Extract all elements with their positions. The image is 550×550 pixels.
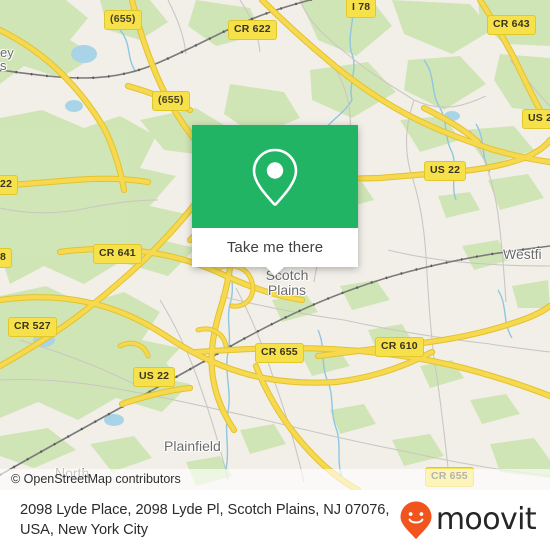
road-shield[interactable]: 622 [0, 175, 19, 195]
road-shield[interactable]: CR 527 [8, 317, 57, 337]
moovit-map-screenshot: ey s Scotch Plains Westfi Plainfield Nor… [0, 0, 550, 550]
road-shield[interactable]: CR 610 [375, 337, 424, 357]
road-shield[interactable]: CR 643 [487, 15, 536, 35]
road-shield[interactable]: CR 655 [255, 343, 304, 363]
road-shield[interactable]: (655) [152, 91, 190, 111]
map-canvas[interactable]: ey s Scotch Plains Westfi Plainfield Nor… [0, 0, 550, 490]
moovit-smiley-pin-icon [400, 501, 432, 539]
popup-tail [266, 267, 284, 276]
map-pin-icon [252, 148, 298, 206]
road-shield[interactable]: (655) [104, 10, 142, 30]
road-shield[interactable]: US 22 [424, 161, 467, 181]
map-attribution: © OpenStreetMap contributors [0, 469, 550, 490]
address-text: 2098 Lyde Place, 2098 Lyde Pl, Scotch Pl… [20, 502, 390, 538]
road-shield[interactable]: 78 [0, 248, 13, 268]
road-shield[interactable]: US 22 [133, 367, 176, 387]
place-label: ey s [0, 45, 14, 73]
place-label-westfield: Westfi [503, 246, 542, 262]
road-shield[interactable]: CR 622 [228, 20, 277, 40]
road-shield[interactable]: I 78 [346, 0, 377, 18]
road-shield[interactable]: US 2 [522, 109, 550, 129]
popup-header [192, 125, 358, 228]
place-label-plainfield: Plainfield [164, 438, 221, 454]
popup-footer[interactable]: Take me there [192, 228, 358, 276]
location-popup[interactable]: Take me there [192, 125, 358, 276]
footer-bar: 2098 Lyde Place, 2098 Lyde Pl, Scotch Pl… [0, 490, 550, 550]
moovit-wordmark: moovit [435, 502, 537, 537]
take-me-there-label: Take me there [226, 239, 324, 256]
moovit-logo[interactable]: moovit [399, 500, 542, 540]
road-shield[interactable]: CR 641 [93, 244, 142, 264]
